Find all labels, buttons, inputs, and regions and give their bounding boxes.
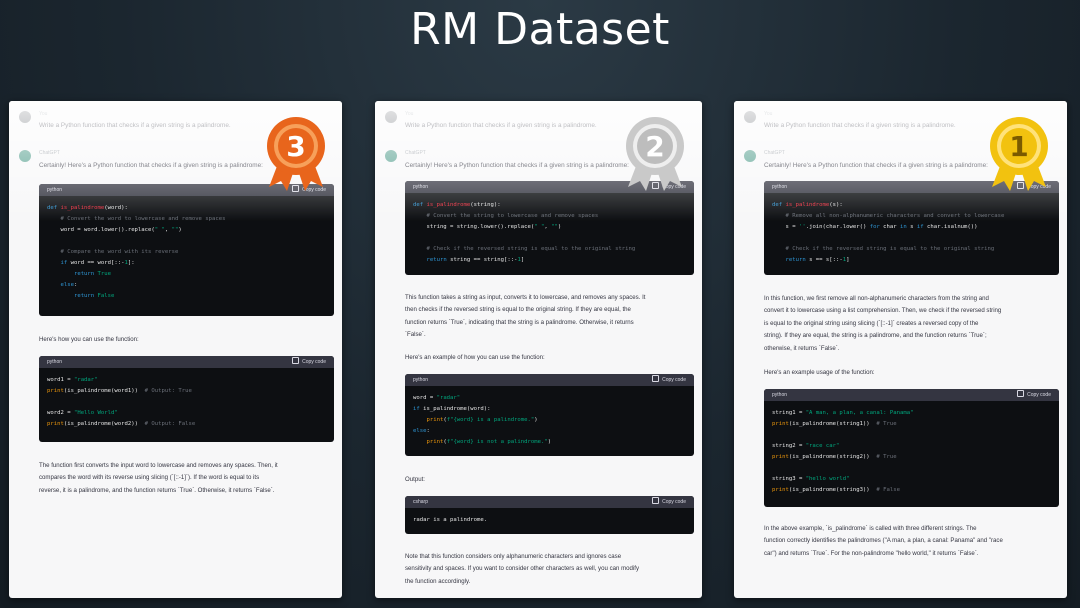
- assistant-name: ChatGPT: [405, 150, 426, 156]
- code-content: word = "radar" if is_palindrome(word): p…: [413, 395, 552, 445]
- code-language: python: [47, 187, 63, 193]
- code-content: def is_palindrome(s): # Remove all non-a…: [772, 202, 1005, 263]
- user-avatar: [744, 111, 756, 123]
- response-card-rank-3: You Write a Python function that checks …: [9, 101, 342, 598]
- output-label: Output:: [405, 476, 425, 483]
- user-prompt: Write a Python function that checks if a…: [405, 122, 597, 129]
- rank-label: 1: [1009, 130, 1028, 163]
- assistant-avatar: [744, 150, 756, 162]
- copy-code-button[interactable]: Copy code: [652, 496, 686, 508]
- silver-medal-icon: 2: [626, 117, 684, 191]
- code-content: radar is a palindrome.: [413, 517, 488, 523]
- slide-title: RM Dataset: [410, 4, 670, 55]
- user-prompt: Write a Python function that checks if a…: [39, 122, 231, 129]
- code-language: python: [772, 184, 788, 190]
- code-block: python Copy code word = "radar" if is_pa…: [405, 374, 694, 456]
- clipboard-icon: [1017, 390, 1025, 397]
- bronze-medal-icon: 3: [267, 117, 325, 191]
- user-prompt: Write a Python function that checks if a…: [764, 122, 956, 129]
- gold-medal-icon: 1: [990, 117, 1048, 191]
- code-block: csharp Copy code radar is a palindrome.: [405, 496, 694, 534]
- response-card-rank-2: You Write a Python function that checks …: [375, 101, 702, 598]
- assistant-intro: Certainly! Here's a Python function that…: [405, 162, 629, 169]
- code-block: python Copy code def is_palindrome(strin…: [405, 181, 694, 275]
- code-block: python Copy code def is_palindrome(s): #…: [764, 181, 1059, 275]
- code-block: python Copy code string1 = "A man, a pla…: [764, 389, 1059, 507]
- note-text: Note that this function considers only a…: [405, 553, 640, 585]
- copy-code-button[interactable]: Copy code: [292, 356, 326, 368]
- code-block: python Copy code def is_palindrome(word)…: [39, 184, 334, 316]
- clipboard-icon: [292, 357, 300, 364]
- assistant-avatar: [19, 150, 31, 162]
- code-content: def is_palindrome(string): # Convert the…: [413, 202, 636, 263]
- user-name: You: [39, 111, 48, 117]
- copy-code-button[interactable]: Copy code: [1017, 389, 1051, 401]
- user-avatar: [385, 111, 397, 123]
- body-text: Here's an example of how you can use the…: [405, 354, 545, 361]
- final-text: In the above example, `is_palindrome` is…: [764, 525, 1003, 557]
- copy-code-button[interactable]: Copy code: [652, 374, 686, 386]
- assistant-name: ChatGPT: [764, 150, 785, 156]
- code-content: word1 = "radar" print(is_palindrome(word…: [47, 377, 196, 427]
- assistant-intro: Certainly! Here's a Python function that…: [39, 162, 263, 169]
- user-name: You: [405, 111, 414, 117]
- code-language: csharp: [413, 499, 429, 505]
- explanation-text: In this function, we first remove all no…: [764, 295, 1002, 352]
- code-block: python Copy code word1 = "radar" print(i…: [39, 356, 334, 442]
- assistant-name: ChatGPT: [39, 150, 60, 156]
- rank-label: 3: [286, 130, 305, 163]
- code-language: python: [413, 377, 429, 383]
- body-text: Here's how you can use the function:: [39, 336, 139, 343]
- assistant-intro: Certainly! Here's a Python function that…: [764, 162, 988, 169]
- rank-label: 2: [645, 130, 664, 163]
- code-language: python: [413, 184, 429, 190]
- explanation-text: This function takes a string as input, c…: [405, 294, 646, 339]
- code-content: string1 = "A man, a plan, a canal: Panam…: [772, 410, 914, 493]
- response-card-rank-1: You Write a Python function that checks …: [734, 101, 1067, 598]
- code-content: def is_palindrome(word): # Convert the w…: [47, 205, 226, 299]
- assistant-avatar: [385, 150, 397, 162]
- body-text: Here's an example usage of the function:: [764, 369, 875, 376]
- user-name: You: [764, 111, 773, 117]
- code-language: python: [47, 359, 63, 365]
- clipboard-icon: [652, 497, 660, 504]
- code-language: python: [772, 392, 788, 398]
- user-avatar: [19, 111, 31, 123]
- clipboard-icon: [652, 375, 660, 382]
- explanation-text: The function first converts the input wo…: [39, 462, 278, 494]
